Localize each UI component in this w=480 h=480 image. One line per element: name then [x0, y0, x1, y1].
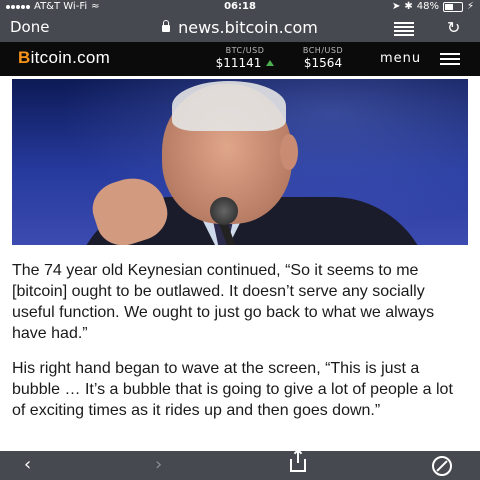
site-header: Bitcoin.com BTC/USD $11141 BCH/USD $1564… — [0, 42, 480, 76]
logo-initial: B — [18, 48, 31, 67]
browser-toolbar: ‹ › — [0, 451, 480, 480]
browser-nav-row: Done news.bitcoin.com ↻ — [0, 14, 480, 42]
forward-button[interactable]: › — [155, 455, 162, 475]
menu-button[interactable]: menu — [380, 51, 421, 66]
reload-icon[interactable]: ↻ — [447, 18, 460, 37]
status-bar: AT&T Wi-Fi ≈ 06:18 ➤ ✱ 48% ⚡ — [0, 0, 480, 14]
article-paragraph: The 74 year old Keynesian continued, “So… — [12, 262, 435, 342]
article-photo — [12, 79, 468, 245]
ticker-bch[interactable]: BCH/USD $1564 — [293, 46, 353, 70]
share-icon[interactable] — [290, 451, 306, 472]
ticker-price: $11141 — [215, 56, 262, 70]
ticker-btc[interactable]: BTC/USD $11141 — [215, 46, 275, 70]
ticker-label: BCH/USD — [302, 46, 344, 55]
back-button[interactable]: ‹ — [24, 455, 31, 475]
battery-icon — [442, 2, 463, 12]
trend-up-icon — [266, 60, 275, 66]
logo-text: itcoin.com — [30, 48, 111, 67]
charging-icon: ⚡ — [466, 1, 474, 12]
battery-percent: 48% — [416, 1, 439, 12]
url-text: news.bitcoin.com — [178, 18, 318, 37]
compass-icon[interactable] — [432, 456, 452, 476]
article-paragraph: His right hand began to wave at the scre… — [12, 360, 453, 419]
bluetooth-icon: ✱ — [404, 1, 413, 12]
ticker-price: $1564 — [303, 56, 343, 70]
article-body: The 74 year old Keynesian continued, “So… — [12, 260, 470, 435]
ticker-price-row: $11141 — [215, 56, 275, 70]
hamburger-icon[interactable] — [440, 53, 460, 68]
browser-chrome: AT&T Wi-Fi ≈ 06:18 ➤ ✱ 48% ⚡ Done news.b… — [0, 0, 480, 42]
lock-icon — [162, 20, 171, 32]
location-icon: ➤ — [391, 1, 401, 12]
status-right: ➤ ✱ 48% ⚡ — [392, 0, 474, 14]
site-logo[interactable]: Bitcoin.com — [18, 48, 110, 68]
ticker-label: BTC/USD — [225, 46, 265, 55]
reader-view-icon[interactable] — [394, 22, 414, 38]
